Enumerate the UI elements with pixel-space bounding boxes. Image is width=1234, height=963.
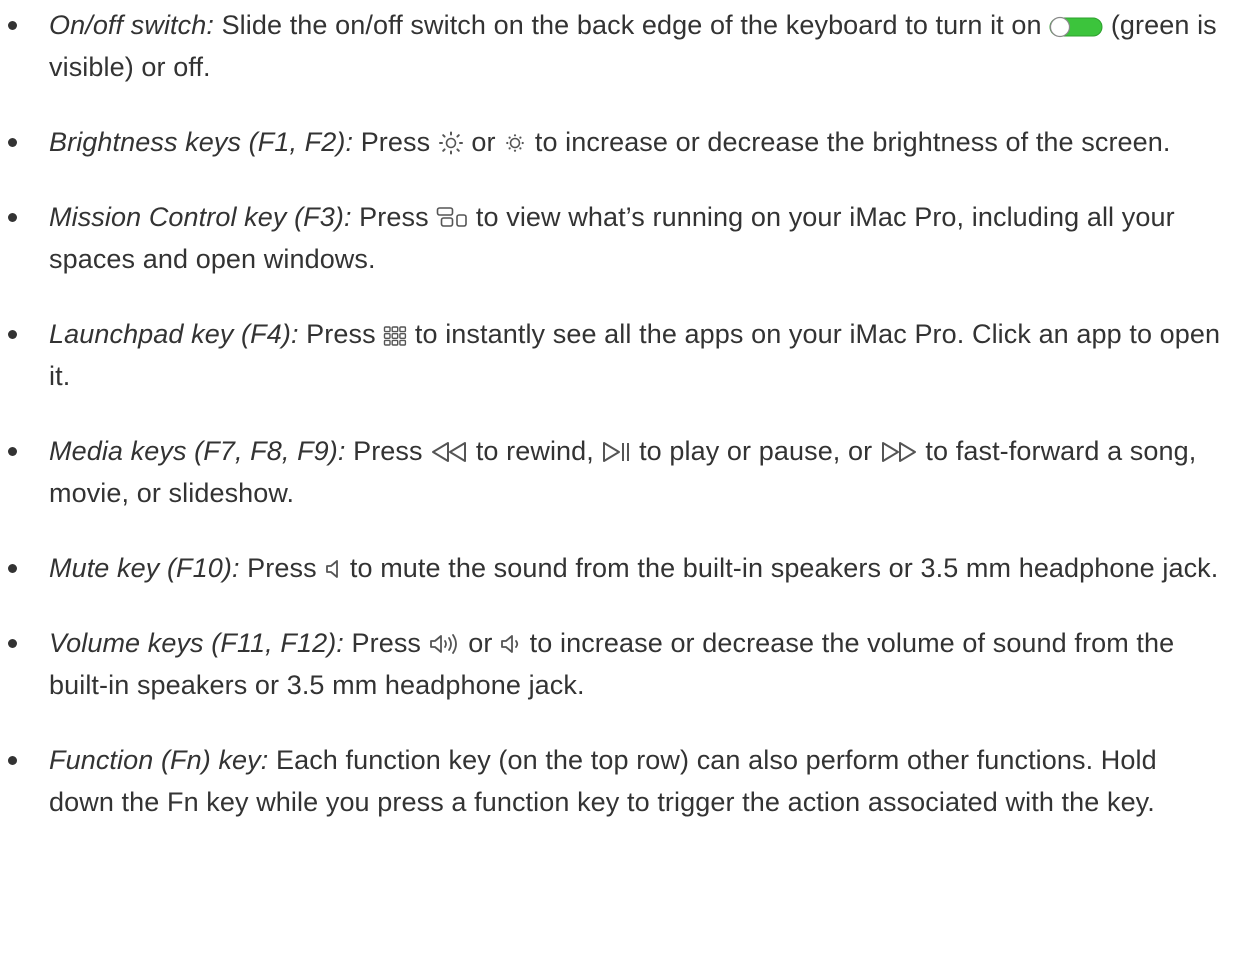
list-item-media-keys: Media keys (F7, F8, F9): Press to rewind… [0,430,1234,514]
brightness-up-icon [438,131,464,155]
term-label: Launchpad key (F4): [49,319,299,349]
list-item-on-off-switch: On/off switch: Slide the on/off switch o… [0,4,1234,88]
item-text-rewind: to rewind, [468,436,602,466]
item-text: Press [343,628,429,658]
item-text-cont: to increase or decrease the brightness o… [527,127,1171,157]
item-text: Press [351,202,437,232]
keyboard-keys-list: On/off switch: Slide the on/off switch o… [0,4,1234,856]
rewind-icon [430,440,468,464]
document-page: On/off switch: Slide the on/off switch o… [0,0,1234,963]
term-label: On/off switch: [49,10,214,40]
item-text: Press [345,436,431,466]
item-text-play: to play or pause, or [631,436,880,466]
list-item-mute-key: Mute key (F10): Press to mute the sound … [0,547,1234,589]
list-item-function-key: Function (Fn) key: Each function key (on… [0,739,1234,823]
item-text-or: or [463,127,504,157]
mute-icon [324,557,342,581]
toggle-switch-icon [1049,16,1103,38]
play-pause-icon [601,440,631,464]
volume-down-icon [500,632,522,656]
mission-control-icon [436,206,468,230]
list-item-brightness-keys: Brightness keys (F1, F2): Press or to in… [0,121,1234,163]
launchpad-icon [383,325,407,347]
item-text: Press [298,319,384,349]
item-text: Slide the on/off switch on the back edge… [213,10,1050,40]
fast-forward-icon [880,440,918,464]
volume-up-icon [429,632,461,656]
term-label: Function (Fn) key: [49,745,269,775]
item-text: Press [239,553,325,583]
term-label: Mute key (F10): [49,553,240,583]
term-label: Mission Control key (F3): [49,202,352,232]
list-item-volume-keys: Volume keys (F11, F12): Press or to incr… [0,622,1234,706]
brightness-down-icon [503,131,527,155]
list-item-launchpad-key: Launchpad key (F4): Press to instantly s… [0,313,1234,397]
item-text-cont: to mute the sound from the built-in spea… [342,553,1219,583]
term-label: Volume keys (F11, F12): [49,628,344,658]
term-label: Media keys (F7, F8, F9): [49,436,346,466]
item-text: Press [353,127,438,157]
term-label: Brightness keys (F1, F2): [49,127,354,157]
item-text-or: or [460,628,501,658]
list-item-mission-control-key: Mission Control key (F3): Press to view … [0,196,1234,280]
